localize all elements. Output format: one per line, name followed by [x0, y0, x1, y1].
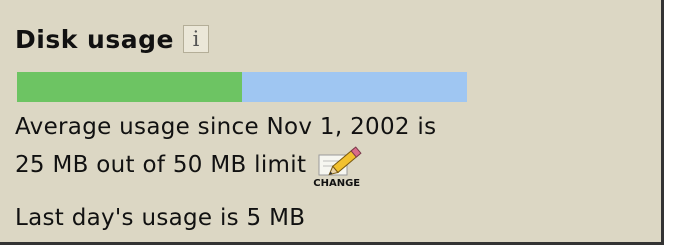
usage-bar-fill [17, 72, 242, 102]
usage-bar [17, 72, 467, 102]
average-usage-text: Average usage since Nov 1, 2002 is [15, 114, 437, 140]
disk-usage-panel: Disk usage i Average usage since Nov 1, … [0, 0, 664, 245]
limit-row: 25 MB out of 50 MB limit CHANGE [15, 146, 377, 189]
title-row: Disk usage i [15, 20, 209, 58]
panel-title: Disk usage [15, 24, 174, 54]
last-day-usage-text: Last day's usage is 5 MB [15, 205, 306, 231]
pencil-edit-icon [318, 146, 362, 176]
change-label: CHANGE [313, 178, 361, 189]
change-limit-button[interactable]: CHANGE [313, 145, 377, 189]
limit-text: 25 MB out of 50 MB limit [15, 152, 307, 178]
info-icon[interactable]: i [182, 25, 209, 53]
